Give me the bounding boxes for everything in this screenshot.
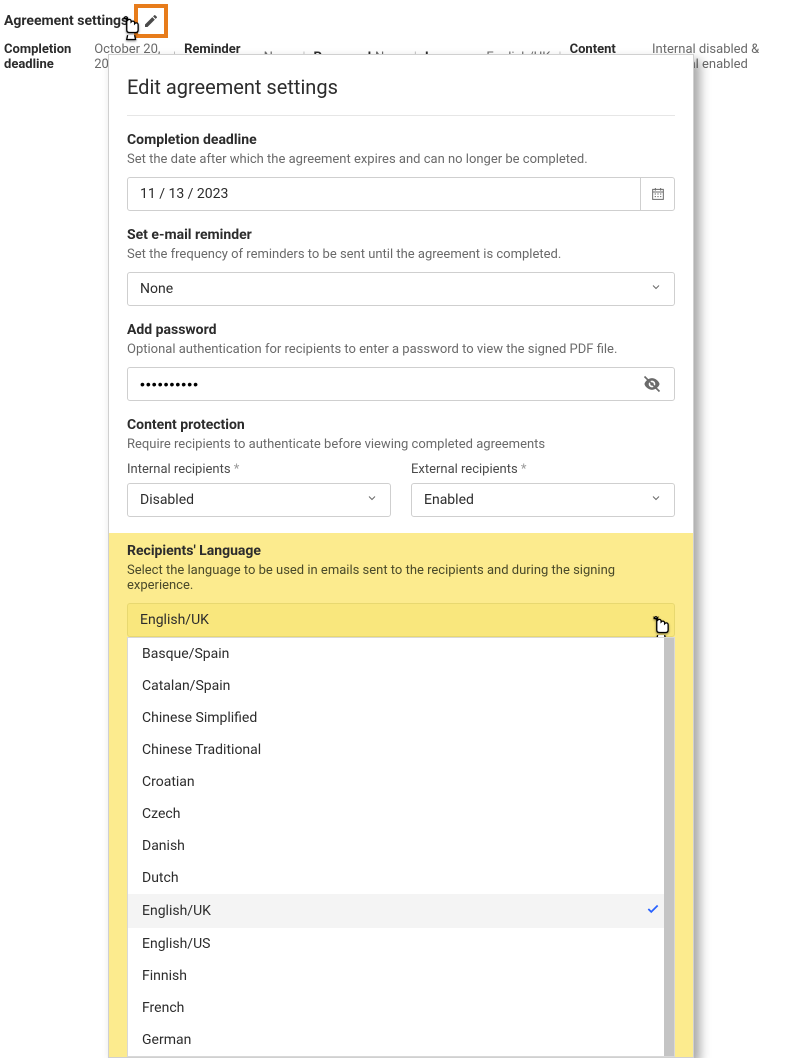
external-recipients-value: Enabled [424, 492, 474, 508]
language-option[interactable]: German [128, 1024, 674, 1056]
chevron-down-icon [650, 612, 662, 628]
language-option[interactable]: Dutch [128, 862, 674, 894]
language-options-list[interactable]: Basque/SpainCatalan/SpainChinese Simplif… [127, 637, 675, 1057]
deadline-input[interactable]: 11 / 13 / 2023 [127, 177, 675, 211]
password-input-wrapper [127, 367, 675, 401]
external-recipients-label: External recipients * [411, 462, 675, 477]
language-option[interactable]: Danish [128, 830, 674, 862]
protection-desc: Require recipients to authenticate befor… [127, 437, 675, 452]
internal-recipients-select[interactable]: Disabled [127, 483, 391, 517]
summary-title: Agreement settings [4, 13, 128, 29]
language-desc: Select the language to be used in emails… [127, 563, 675, 593]
check-icon [646, 902, 660, 920]
password-header: Add password [127, 322, 675, 338]
reminder-select[interactable]: None [127, 272, 675, 306]
toggle-password-visibility[interactable] [642, 374, 662, 394]
language-select[interactable]: English/UK [127, 603, 675, 637]
reminder-value: None [140, 281, 173, 297]
calendar-button[interactable] [640, 177, 674, 211]
modal-title: Edit agreement settings [127, 75, 675, 116]
language-option[interactable]: Basque/Spain [128, 638, 674, 670]
language-option[interactable]: English/US [128, 928, 674, 960]
language-option[interactable]: English/UK [128, 894, 674, 928]
language-option[interactable]: Finnish [128, 960, 674, 992]
deadline-value: 11 / 13 / 2023 [140, 186, 228, 202]
scrollbar[interactable] [664, 638, 674, 1056]
internal-recipients-value: Disabled [140, 492, 194, 508]
password-desc: Optional authentication for recipients t… [127, 342, 675, 357]
external-recipients-select[interactable]: Enabled [411, 483, 675, 517]
content-protection-section: Content protection Require recipients to… [127, 417, 675, 517]
internal-recipients-label: Internal recipients * [127, 462, 391, 477]
edit-agreement-settings-modal: Edit agreement settings Completion deadl… [108, 54, 694, 1058]
reminder-desc: Set the frequency of reminders to be sen… [127, 247, 675, 262]
eye-off-icon [642, 374, 662, 394]
language-option[interactable]: Chinese Simplified [128, 702, 674, 734]
reminder-header: Set e-mail reminder [127, 227, 675, 243]
language-option[interactable]: Croatian [128, 766, 674, 798]
summary-deadline-label: Completion deadline [4, 42, 90, 72]
language-option[interactable]: Chinese Traditional [128, 734, 674, 766]
language-option[interactable]: Czech [128, 798, 674, 830]
deadline-header: Completion deadline [127, 132, 675, 148]
edit-settings-button[interactable] [134, 4, 168, 38]
language-option[interactable]: French [128, 992, 674, 1024]
pencil-icon [143, 13, 159, 29]
language-option[interactable]: Catalan/Spain [128, 670, 674, 702]
chevron-down-icon [650, 281, 662, 297]
language-dropdown: Basque/SpainCatalan/SpainChinese Simplif… [109, 637, 693, 1057]
deadline-desc: Set the date after which the agreement e… [127, 152, 675, 167]
add-password-section: Add password Optional authentication for… [127, 322, 675, 401]
language-header: Recipients' Language [127, 543, 675, 559]
language-value: English/UK [140, 612, 209, 628]
completion-deadline-section: Completion deadline Set the date after w… [127, 132, 675, 211]
calendar-icon [650, 186, 666, 202]
email-reminder-section: Set e-mail reminder Set the frequency of… [127, 227, 675, 306]
protection-header: Content protection [127, 417, 675, 433]
password-input[interactable] [140, 376, 642, 392]
chevron-down-icon [366, 492, 378, 508]
chevron-down-icon [650, 492, 662, 508]
recipients-language-section: Recipients' Language Select the language… [109, 533, 693, 1057]
